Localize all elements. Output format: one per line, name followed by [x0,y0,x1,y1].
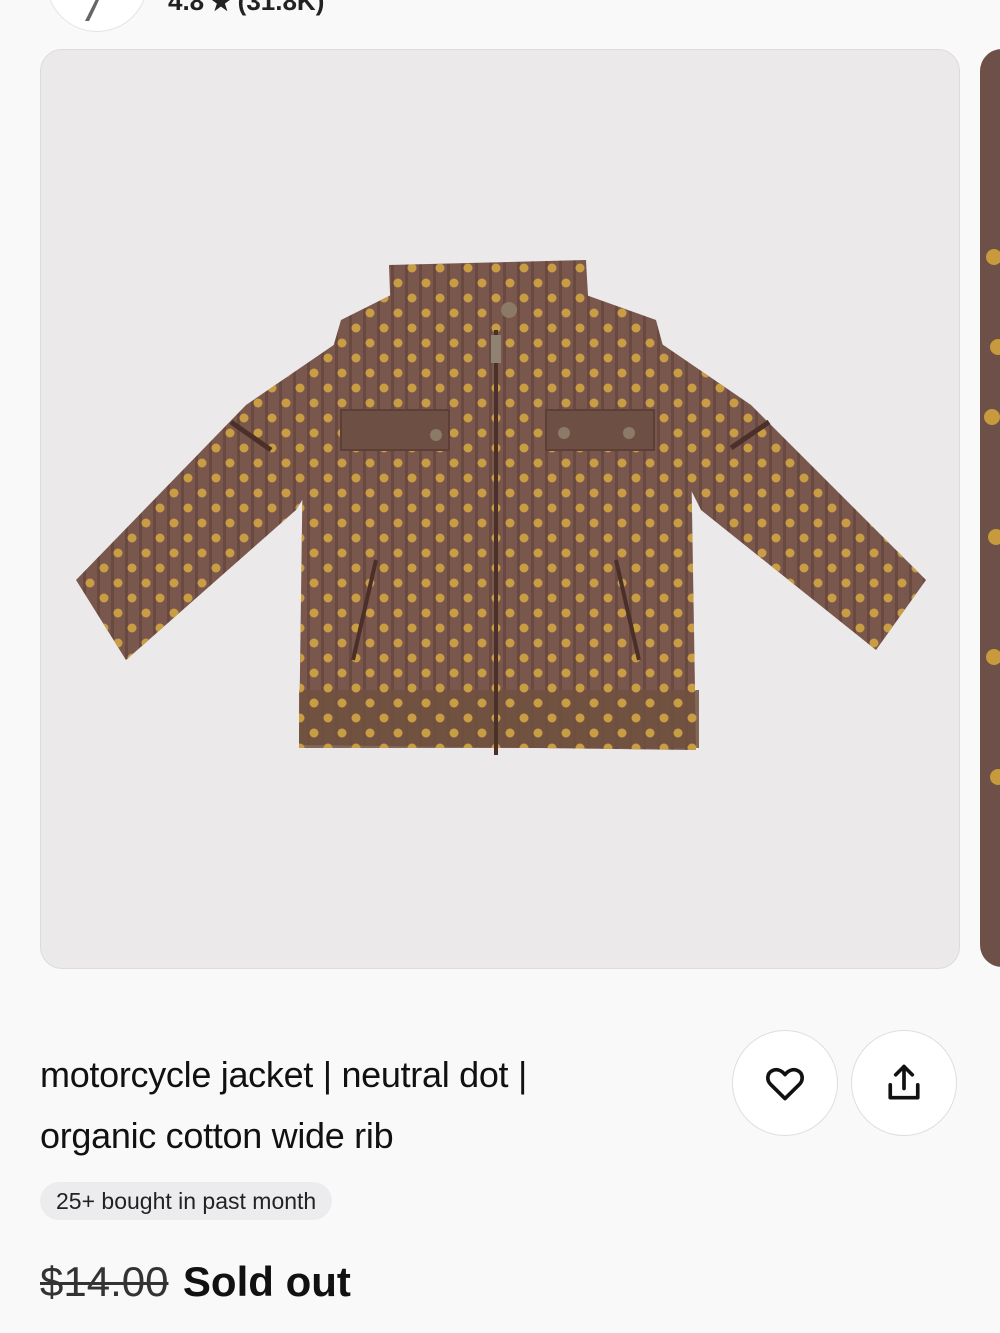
price-row: $14.00 Sold out [40,1258,351,1306]
sold-out-label: Sold out [182,1258,351,1305]
product-image[interactable] [40,49,960,969]
store-avatar[interactable] [46,0,148,32]
product-title: motorcycle jacket | neutral dot | organi… [40,1044,680,1166]
title-line-1: motorcycle jacket | neutral dot | [40,1054,528,1095]
store-logo-icon [85,0,99,21]
original-price: $14.00 [40,1258,169,1305]
title-line-2: organic cotton wide rib [40,1115,394,1156]
next-image-peek[interactable] [980,49,1000,967]
store-rating: 4.8 ★ (31.8K) [168,0,324,17]
bought-badge: 25+ bought in past month [40,1182,333,1220]
rating-value: 4.8 [168,0,205,16]
review-count: (31.8K) [237,0,325,16]
jacket-illustration [76,260,926,755]
share-button[interactable] [851,1030,957,1136]
share-icon [888,1064,920,1100]
heart-icon [766,1067,804,1101]
star-icon: ★ [210,0,232,16]
favorite-button[interactable] [732,1030,838,1136]
